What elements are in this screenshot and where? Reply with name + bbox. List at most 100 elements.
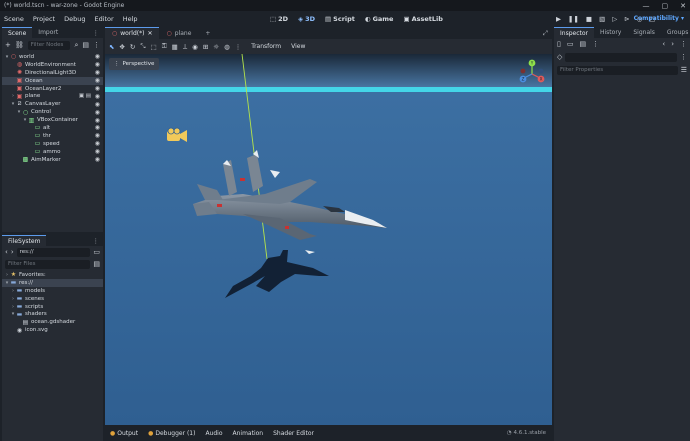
filesystem-item[interactable]: ▾ ▬ res:// (2, 278, 103, 287)
visibility-eye-icon[interactable]: ◉ (95, 124, 100, 131)
scene-tree-row[interactable]: ▾ ⧄ CanvasLayer ◉ (2, 100, 103, 108)
mode-3d-button[interactable]: ◈ 3D (298, 15, 315, 23)
filesystem-item[interactable]: › ★ Favorites: (2, 271, 103, 279)
scene-tree-row[interactable]: ▾ ○ Control ◉ (2, 108, 103, 116)
filesystem-item[interactable]: ▾ ▬ shaders (2, 310, 103, 318)
tab-inspector[interactable]: Inspector (554, 27, 594, 38)
scale-mode-icon[interactable]: ⤡ (140, 42, 145, 51)
scene-tree-row[interactable]: ▭ ammo ◉ (2, 148, 103, 156)
menu-scene[interactable]: Scene (4, 15, 24, 23)
back-icon[interactable]: ‹ (5, 248, 8, 256)
tab-import[interactable]: Import (32, 27, 64, 38)
selectable-icon[interactable]: ⬚ (151, 43, 157, 51)
visibility-eye-icon[interactable]: ◉ (95, 156, 100, 163)
sun-preview-icon[interactable]: ☼ (213, 43, 219, 51)
3d-viewport[interactable]: Y X Z ⋮ Perspective (105, 54, 552, 425)
tab-filesystem[interactable]: FileSystem (2, 235, 47, 246)
scene-tree-row[interactable]: ▩ AimMarker ◉ (2, 156, 103, 164)
visibility-eye-icon[interactable]: ◉ (95, 132, 100, 139)
tab-debugger[interactable]: ● Debugger (1) (148, 430, 195, 437)
filter-nodes-input[interactable]: Filter Nodes (27, 40, 71, 50)
split-view-icon[interactable]: ▭ (93, 248, 100, 256)
renderer-selector[interactable]: Compatibility ▾ (634, 11, 684, 26)
visibility-eye-icon[interactable]: ◉ (95, 148, 100, 155)
dock-menu-icon[interactable]: ⋮ (93, 27, 104, 38)
environment-preview-icon[interactable]: ◍ (224, 43, 230, 51)
scene-tree-row[interactable]: ▾ ○ world ◉ (2, 53, 103, 61)
filesystem-item[interactable]: › ▬ models (2, 287, 103, 295)
view-menu[interactable]: View (291, 43, 305, 50)
tab-audio[interactable]: Audio (205, 430, 222, 437)
dock-menu-icon[interactable]: ⋮ (93, 235, 104, 246)
new-resource-icon[interactable]: ▯ (557, 40, 561, 48)
scene-tree-row[interactable]: ◍ WorldEnvironment ◉ (2, 61, 103, 69)
visibility-eye-icon[interactable]: ◉ (95, 77, 100, 84)
menu-debug[interactable]: Debug (64, 15, 85, 23)
history-forward-icon[interactable]: › (671, 40, 674, 48)
add-node-icon[interactable]: + (5, 41, 11, 49)
mode-assetlib-button[interactable]: ▣ AssetLib (403, 15, 442, 23)
tab-shader-editor[interactable]: Shader Editor (273, 430, 314, 437)
scene-tree-row[interactable]: ▣ Ocean ◉ (2, 76, 103, 85)
visibility-eye-icon[interactable]: ◉ (95, 101, 100, 108)
scene-tree-row[interactable]: ▭ alt ◉ (2, 124, 103, 132)
script-attach-icon[interactable]: ▤ (82, 41, 89, 49)
maximize-button[interactable]: ▢ (662, 2, 669, 10)
visibility-eye-icon[interactable]: ◉ (95, 93, 100, 100)
more-options-icon[interactable]: ⋮ (235, 43, 242, 51)
scene-tree-row[interactable]: ▭ thr ◉ (2, 132, 103, 140)
filesystem-item[interactable]: ▤ ocean.gdshader (2, 318, 103, 326)
inspector-options-icon[interactable]: ☰ (681, 66, 687, 74)
scene-tree-row[interactable]: ▭ speed ◉ (2, 140, 103, 148)
filesystem-item[interactable]: › ▬ scenes (2, 295, 103, 303)
transform-menu[interactable]: Transform (251, 43, 281, 50)
scene-tree-row[interactable]: ▾ ▥ VBoxContainer ◉ (2, 116, 103, 124)
extra-options-icon[interactable]: ⋮ (592, 40, 599, 48)
close-tab-icon[interactable]: ✕ (147, 30, 152, 37)
search-options-icon[interactable]: ⌕ (74, 41, 78, 49)
scene-tree-row[interactable]: ✺ DirectionalLight3D ◉ (2, 69, 103, 77)
mode-2d-button[interactable]: ⬚ 2D (270, 15, 288, 23)
editable-children-icon[interactable]: ▣ ▤ (79, 93, 91, 99)
visibility-eye-icon[interactable]: ◉ (95, 85, 100, 92)
menu-help[interactable]: Help (123, 15, 138, 23)
visibility-eye-icon[interactable]: ◉ (95, 53, 100, 60)
visibility-eye-icon[interactable]: ◉ (95, 69, 100, 76)
mode-game-button[interactable]: ◐ Game (365, 15, 394, 23)
play-icon[interactable]: ▶ (556, 15, 561, 23)
tab-scene[interactable]: Scene (2, 27, 33, 38)
tab-world-scene[interactable]: ○ world(*) ✕ (105, 27, 160, 39)
path-input[interactable]: res:// (16, 247, 91, 257)
move-mode-icon[interactable]: ✥ (119, 43, 124, 51)
menu-project[interactable]: Project (33, 15, 55, 23)
filter-properties-input[interactable]: Filter Properties (557, 65, 678, 75)
visibility-eye-icon[interactable]: ◉ (95, 109, 100, 116)
stop-icon[interactable]: ■ (586, 15, 592, 23)
scene-tree-row[interactable]: ▣ OceanLayer2 ◉ (2, 85, 103, 93)
select-mode-icon[interactable]: ⬉ (109, 43, 114, 51)
forward-icon[interactable]: › (11, 248, 14, 256)
tab-plane-scene[interactable]: ○ plane (159, 27, 198, 39)
tab-history[interactable]: History (594, 27, 627, 38)
history-menu-icon[interactable]: ⋮ (680, 40, 687, 48)
perspective-menu-button[interactable]: ⋮ Perspective (109, 58, 160, 70)
close-window-button[interactable]: ✕ (680, 2, 686, 10)
tree-menu-icon[interactable]: ⋮ (93, 41, 100, 49)
filesystem-item[interactable]: ◉ icon.svg (2, 326, 103, 334)
object-menu-icon[interactable]: ⋮ (680, 53, 687, 61)
save-resource-icon[interactable]: ▤ (579, 40, 586, 48)
mode-script-button[interactable]: ▤ Script (325, 15, 355, 23)
rotate-mode-icon[interactable]: ↻ (130, 43, 135, 51)
minimize-button[interactable]: — (643, 2, 650, 10)
scene-tree-row[interactable]: › ▣ plane ◉ ▣ ▤ (2, 92, 103, 100)
link-icon[interactable]: ⛓ (15, 41, 24, 49)
play-custom-scene-icon[interactable]: ⊳ (624, 15, 629, 23)
filter-files-input[interactable]: Filter Files (5, 259, 91, 269)
distraction-free-icon[interactable]: ⤢ (543, 27, 552, 39)
object-selector[interactable] (565, 52, 677, 62)
menu-editor[interactable]: Editor (94, 15, 113, 23)
visibility-eye-icon[interactable]: ◉ (95, 61, 100, 68)
play-scene-icon[interactable]: ▷ (612, 15, 617, 23)
pause-icon[interactable]: ❚❚ (568, 15, 579, 23)
tab-animation[interactable]: Animation (233, 430, 264, 437)
